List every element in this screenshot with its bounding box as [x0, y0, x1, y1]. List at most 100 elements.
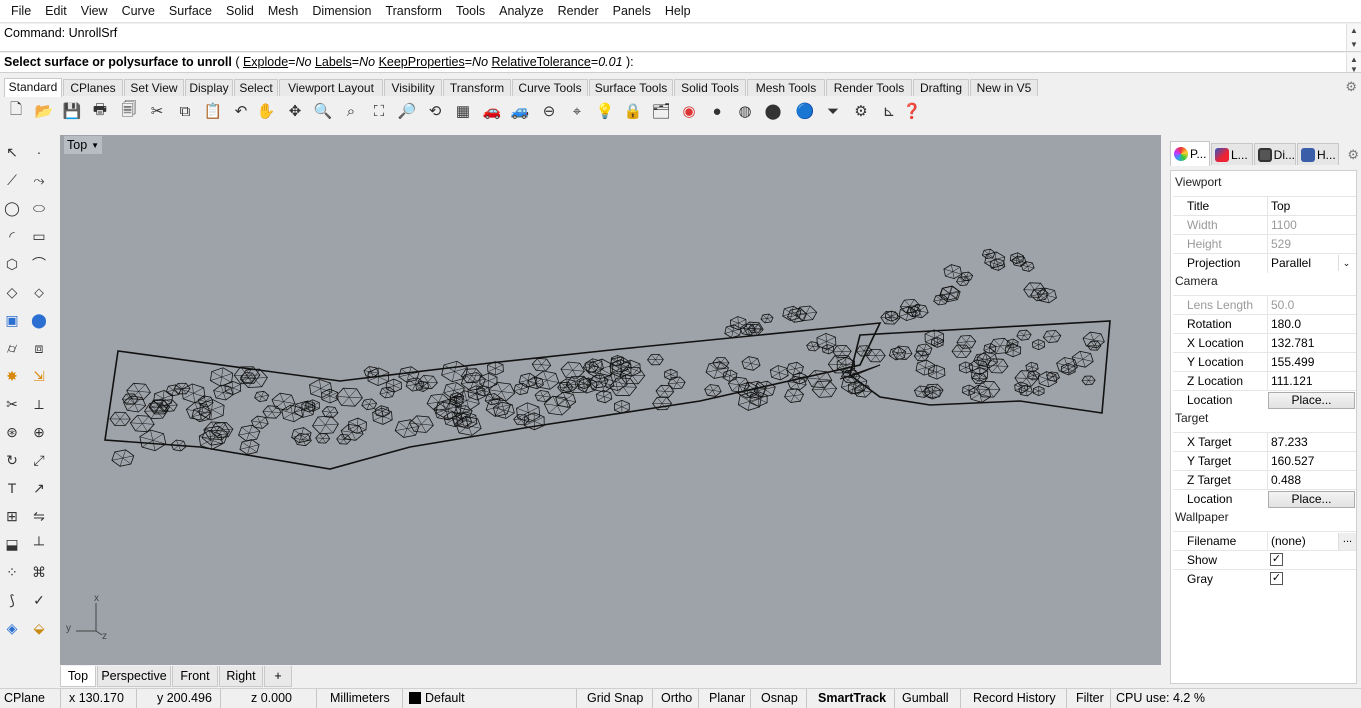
toolbar-tab-visibility[interactable]: Visibility — [384, 79, 442, 96]
panel-tab-help[interactable]: H... — [1297, 143, 1339, 165]
menu-view[interactable]: View — [74, 0, 115, 23]
status-smarttrack[interactable]: SmartTrack — [806, 689, 894, 708]
measure-icon[interactable]: ┴ — [27, 532, 51, 556]
cut-icon[interactable]: ✂ — [145, 99, 169, 123]
four-viewports-icon[interactable]: ▦ — [451, 99, 475, 123]
view-tab-right[interactable]: Right — [219, 666, 263, 687]
status-filter[interactable]: Filter — [1066, 689, 1110, 708]
select-arrow-icon[interactable]: ↖ — [0, 140, 24, 164]
gear-icon[interactable]: ⚙ — [849, 99, 873, 123]
cplane-icon[interactable]: ⊖ — [537, 99, 561, 123]
mesh-plane-icon[interactable]: ⧈ — [27, 336, 51, 360]
checkbox-show[interactable]: ✓ — [1270, 553, 1283, 566]
menu-help[interactable]: Help — [658, 0, 698, 23]
toolbar-tab-set-view[interactable]: Set View — [124, 79, 184, 96]
toolbar-tab-solid-tools[interactable]: Solid Tools — [674, 79, 746, 96]
toolbar-tab-select[interactable]: Select — [234, 79, 278, 96]
menu-edit[interactable]: Edit — [38, 0, 74, 23]
browse-button[interactable]: ... — [1338, 533, 1356, 550]
paint-bucket-icon[interactable]: ⬙ — [27, 616, 51, 640]
point-icon[interactable]: · — [27, 140, 51, 164]
menu-tools[interactable]: Tools — [449, 0, 492, 23]
menu-dimension[interactable]: Dimension — [305, 0, 378, 23]
scale-icon[interactable]: ⤢ — [27, 448, 51, 472]
zoom-selected-icon[interactable]: 🔎 — [395, 99, 419, 123]
toolbar-tab-display[interactable]: Display — [185, 79, 233, 96]
panel-tab-display[interactable]: Di... — [1254, 143, 1296, 165]
text-icon[interactable]: T — [0, 476, 24, 500]
split-icon[interactable]: ⟂ — [27, 392, 51, 416]
light-icon[interactable]: 💡 — [593, 99, 617, 123]
place-button[interactable]: Place... — [1268, 491, 1355, 508]
prop-value-z-location[interactable]: 111.121 — [1267, 372, 1356, 391]
rectangle-icon[interactable]: ▭ — [27, 224, 51, 248]
explode-icon[interactable]: ✸ — [0, 364, 24, 388]
chevron-down-icon[interactable]: ⌄ — [1338, 255, 1354, 271]
status-grid-snap[interactable]: Grid Snap — [576, 689, 652, 708]
new-icon[interactable]: 🗋 — [4, 99, 28, 123]
toolbar-tab-standard[interactable]: Standard — [4, 78, 62, 97]
pan-icon[interactable]: ✋ — [254, 99, 278, 123]
view-tab-front[interactable]: Front — [172, 666, 218, 687]
status-gumball[interactable]: Gumball — [894, 689, 960, 708]
option-keepproperties[interactable]: KeepProperties=No — [379, 55, 492, 69]
option-relativetolerance[interactable]: RelativeTolerance=0.01 — [492, 55, 623, 69]
extend-icon[interactable]: ⇲ — [27, 364, 51, 388]
prop-value-projection[interactable]: Parallel ⌄ — [1267, 254, 1356, 273]
join-icon[interactable]: ⊕ — [27, 420, 51, 444]
status-osnap[interactable]: Osnap — [750, 689, 806, 708]
print-icon[interactable]: 🖶 — [88, 99, 112, 123]
prop-value-y-target[interactable]: 160.527 — [1267, 452, 1356, 471]
color-wheel-icon[interactable]: ◉ — [677, 99, 701, 123]
toolbar-tab-viewport-layout[interactable]: Viewport Layout — [279, 79, 383, 96]
dimension-icon[interactable]: ⊾ — [877, 99, 901, 123]
command-prompt-text[interactable]: Select surface or polysurface to unroll … — [4, 55, 634, 69]
toolbar-tab-mesh-tools[interactable]: Mesh Tools — [747, 79, 825, 96]
command-prompt-scrollbar[interactable]: ▲ ▼ — [1346, 53, 1361, 74]
panel-settings-gear-icon[interactable]: ⚙ — [1347, 147, 1359, 163]
add-viewport-tab-button[interactable]: + — [264, 666, 292, 687]
zoom-window-icon[interactable]: ⌕ — [339, 99, 363, 123]
dimension-left-icon[interactable]: ↗ — [27, 476, 51, 500]
command-history-scrollbar[interactable]: ▲ ▼ — [1346, 24, 1361, 51]
toolbar-tab-drafting[interactable]: Drafting — [913, 79, 969, 96]
car-icon[interactable]: 🚗 — [480, 99, 504, 123]
zoom-extents-icon[interactable]: ⛶ — [367, 99, 391, 123]
undo-icon[interactable]: ↶ — [229, 99, 253, 123]
menu-mesh[interactable]: Mesh — [261, 0, 306, 23]
open-icon[interactable]: 📂 — [32, 99, 56, 123]
menu-render[interactable]: Render — [551, 0, 606, 23]
circle-icon[interactable]: ◯ — [0, 196, 24, 220]
bend-icon[interactable]: ⟆ — [0, 588, 24, 612]
grid-array-icon[interactable]: ⁘ — [0, 560, 24, 584]
copy-icon[interactable]: ⧉ — [173, 99, 197, 123]
menu-curve[interactable]: Curve — [115, 0, 162, 23]
panel-tab-layers[interactable]: L... — [1211, 143, 1253, 165]
viewport-title[interactable]: Top ▼ — [64, 136, 103, 154]
rotate-view-icon[interactable]: ✥ — [283, 99, 307, 123]
lock-icon[interactable]: 🔒 — [621, 99, 645, 123]
prop-value-x-target[interactable]: 87.233 — [1267, 433, 1356, 452]
export-icon[interactable]: 🗐 — [117, 99, 141, 123]
history-icon[interactable]: ⌘ — [27, 560, 51, 584]
menu-analyze[interactable]: Analyze — [492, 0, 550, 23]
view-tab-top[interactable]: Top — [60, 666, 96, 687]
option-labels[interactable]: Labels=No — [315, 55, 379, 69]
prop-value-filename[interactable]: (none)... — [1267, 532, 1356, 551]
solid-edit-icon[interactable]: ◈ — [0, 616, 24, 640]
viewport-top[interactable]: Top ▼ x y z — [60, 135, 1161, 665]
panel-tab-properties[interactable]: P... — [1170, 141, 1210, 166]
menu-panels[interactable]: Panels — [606, 0, 658, 23]
menu-solid[interactable]: Solid — [219, 0, 261, 23]
place-button[interactable]: Place... — [1268, 392, 1355, 409]
help-icon[interactable]: ❓ — [900, 99, 924, 123]
tab-settings-gear-icon[interactable]: ⚙ — [1345, 79, 1357, 95]
render-icon[interactable]: ⬤ — [761, 99, 785, 123]
surface-corner-icon[interactable]: ◇ — [0, 280, 24, 304]
menu-file[interactable]: File — [4, 0, 38, 23]
array-icon[interactable]: ⊞ — [0, 504, 24, 528]
layer-icon[interactable]: 🗂 — [649, 99, 673, 123]
cylinder-icon[interactable]: ⌭ — [0, 336, 24, 360]
zoom-dynamic-icon[interactable]: 🔍 — [311, 99, 335, 123]
sphere-icon[interactable]: 🔵 — [793, 99, 817, 123]
